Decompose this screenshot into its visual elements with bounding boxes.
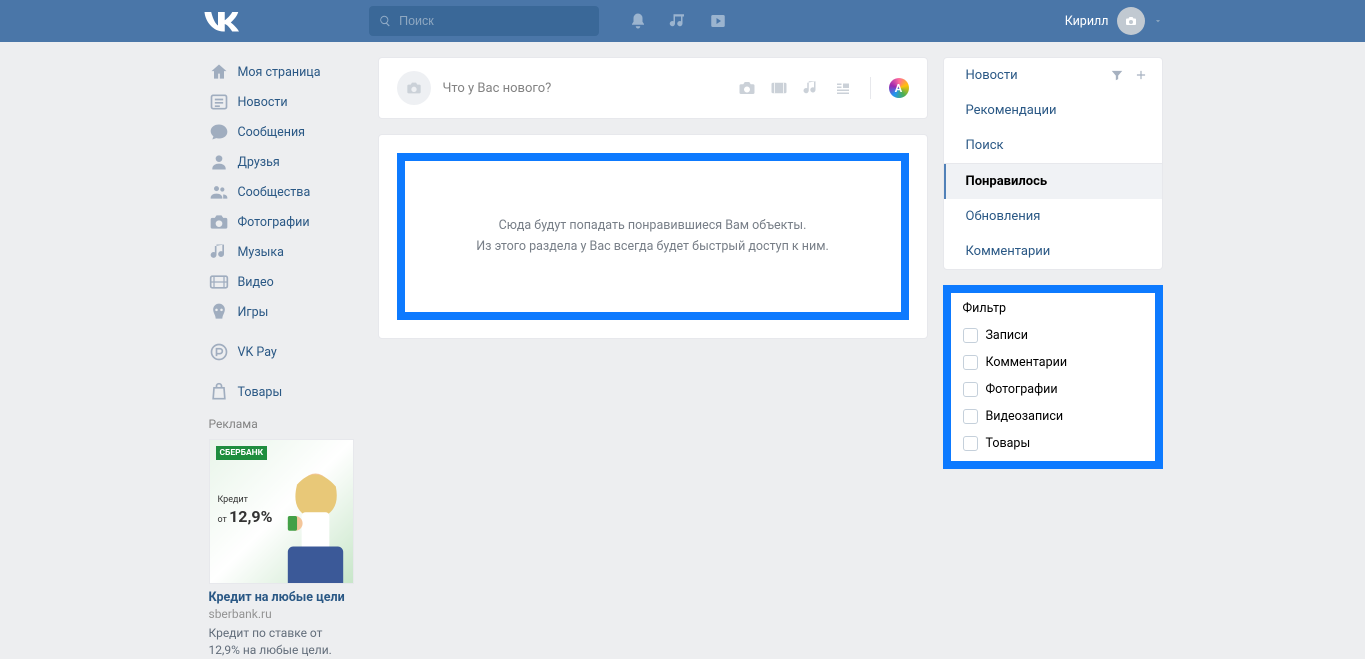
filter-title: Фильтр	[951, 293, 1155, 322]
plus-icon[interactable]	[1134, 68, 1148, 82]
feed-tabs-box: Новости Рекомендации Поиск Понравилось О…	[943, 57, 1163, 270]
username-label: Кирилл	[1065, 14, 1109, 29]
nav-news[interactable]: Новости	[203, 87, 363, 117]
composer-avatar	[397, 71, 431, 105]
user-menu[interactable]: Кирилл	[1065, 7, 1163, 35]
post-composer[interactable]: Что у Вас нового? A	[378, 57, 928, 119]
nav-video[interactable]: Видео	[203, 267, 363, 297]
nav-photos[interactable]: Фотографии	[203, 207, 363, 237]
ad-title[interactable]: Кредит на любые цели	[209, 590, 357, 605]
filter-comments[interactable]: Комментарии	[951, 349, 1155, 376]
ad-section-label: Реклама	[209, 417, 363, 431]
ad-domain: sberbank.ru	[209, 607, 357, 621]
game-icon	[209, 302, 229, 322]
attach-video-icon[interactable]	[770, 79, 788, 97]
nav-friends[interactable]: Друзья	[203, 147, 363, 177]
search-input[interactable]	[399, 14, 588, 28]
ad-image: СБЕРБАНК Кредит от 12,9%	[209, 439, 354, 584]
video-play-icon[interactable]	[709, 12, 727, 30]
filter-videos[interactable]: Видеозаписи	[951, 403, 1155, 430]
video-icon	[209, 272, 229, 292]
checkbox[interactable]	[963, 328, 978, 343]
search-box[interactable]	[369, 6, 599, 36]
music-icon	[209, 242, 229, 262]
liked-empty-state-card: Сюда будут попадать понравившиеся Вам об…	[378, 134, 928, 339]
camera-icon	[405, 80, 423, 96]
filter-icon[interactable]	[1110, 68, 1124, 82]
notifications-icon[interactable]	[629, 12, 647, 30]
nav-music[interactable]: Музыка	[203, 237, 363, 267]
nav-market[interactable]: Товары	[203, 377, 363, 407]
checkbox[interactable]	[963, 436, 978, 451]
tab-updates[interactable]: Обновления	[944, 199, 1162, 234]
nav-groups[interactable]: Сообщества	[203, 177, 363, 207]
chevron-down-icon	[1153, 16, 1163, 26]
checkbox[interactable]	[963, 355, 978, 370]
ad-rate-text: Кредит от 12,9%	[218, 495, 273, 527]
camera-icon	[209, 212, 229, 232]
attach-article-icon[interactable]	[834, 79, 852, 97]
user-icon	[209, 152, 229, 172]
ad-person-illustration	[268, 468, 354, 584]
nav-messages[interactable]: Сообщения	[203, 117, 363, 147]
highlighted-empty-message: Сюда будут попадать понравившиеся Вам об…	[397, 153, 909, 320]
top-header: Кирилл	[0, 0, 1365, 42]
camera-icon	[1124, 15, 1138, 27]
checkbox[interactable]	[963, 409, 978, 424]
tab-liked[interactable]: Понравилось	[944, 164, 1162, 199]
divider	[870, 77, 871, 99]
music-icon[interactable]	[669, 12, 687, 30]
main-content: Что у Вас нового? A Сюда будут попадать …	[378, 57, 928, 659]
nav-games[interactable]: Игры	[203, 297, 363, 327]
left-sidebar: Моя страница Новости Сообщения Друзья Со…	[203, 57, 363, 659]
attach-photo-icon[interactable]	[738, 79, 756, 97]
checkbox[interactable]	[963, 382, 978, 397]
ad-block[interactable]: СБЕРБАНК Кредит от 12,9% Кредит на любые…	[203, 439, 363, 659]
filter-panel: Фильтр Записи Комментарии Фотографии Вид…	[943, 285, 1163, 469]
filter-posts[interactable]: Записи	[951, 322, 1155, 349]
ad-brand-badge: СБЕРБАНК	[216, 446, 268, 460]
tab-recommendations[interactable]: Рекомендации	[944, 93, 1162, 128]
composer-attachments: A	[738, 77, 909, 99]
avatar	[1117, 7, 1145, 35]
ai-assistant-icon[interactable]: A	[889, 78, 909, 98]
tab-search[interactable]: Поиск	[944, 128, 1162, 163]
empty-line-2: Из этого раздела у Вас всегда будет быст…	[425, 236, 881, 257]
message-icon	[209, 122, 229, 142]
attach-music-icon[interactable]	[802, 79, 820, 97]
nav-my-page[interactable]: Моя страница	[203, 57, 363, 87]
filter-photos[interactable]: Фотографии	[951, 376, 1155, 403]
tab-news[interactable]: Новости	[944, 58, 1162, 93]
home-icon	[209, 62, 229, 82]
pay-icon	[209, 342, 229, 362]
right-sidebar: Новости Рекомендации Поиск Понравилось О…	[943, 57, 1163, 659]
composer-placeholder[interactable]: Что у Вас нового?	[443, 81, 726, 96]
group-icon	[209, 182, 229, 202]
search-icon	[379, 14, 392, 28]
bag-icon	[209, 382, 229, 402]
filter-market[interactable]: Товары	[951, 430, 1155, 461]
nav-vkpay[interactable]: VK Pay	[203, 337, 363, 367]
tab-comments[interactable]: Комментарии	[944, 234, 1162, 269]
empty-line-1: Сюда будут попадать понравившиеся Вам об…	[425, 215, 881, 236]
news-icon	[209, 92, 229, 112]
vk-logo-icon[interactable]	[203, 9, 239, 33]
ad-description: Кредит по ставке от 12,9% на любые цели.	[209, 625, 357, 659]
header-nav-icons	[629, 12, 727, 30]
